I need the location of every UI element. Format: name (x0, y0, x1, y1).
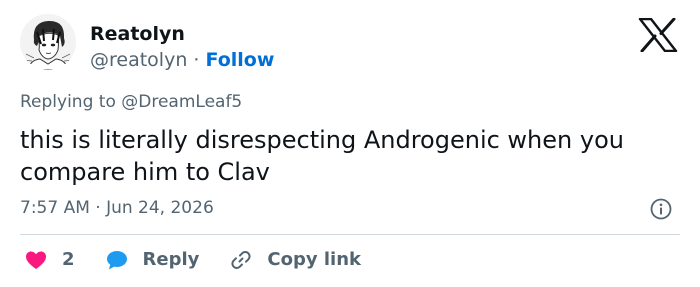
x-logo-icon[interactable] (638, 18, 678, 52)
timestamp[interactable]: 7:57 AM · Jun 24, 2026 (20, 198, 214, 218)
handle[interactable]: @reatolyn (90, 49, 187, 71)
copy-link-label: Copy link (267, 249, 361, 270)
reply-button[interactable]: Reply (105, 248, 200, 272)
replying-to-handle[interactable]: @DreamLeaf5 (121, 92, 242, 112)
handle-row: @reatolyn · Follow (90, 48, 274, 72)
link-icon (231, 251, 251, 269)
avatar-illustration (20, 14, 76, 70)
reply-label: Reply (142, 249, 200, 270)
info-icon[interactable] (650, 198, 672, 220)
tweet-card: Reatolyn @reatolyn · Follow Replying to … (0, 0, 700, 287)
separator-dot: · (193, 49, 200, 71)
follow-button[interactable]: Follow (206, 49, 275, 71)
author-block: Reatolyn @reatolyn · Follow (90, 22, 274, 72)
like-count: 2 (62, 249, 75, 270)
replying-prefix: Replying to (20, 92, 116, 112)
speech-bubble-icon (106, 251, 127, 270)
like-button[interactable]: 2 (24, 248, 75, 272)
heart-icon (26, 251, 46, 269)
action-bar: 2 Reply Copy link (24, 246, 391, 274)
replying-to: Replying to @DreamLeaf5 (20, 92, 242, 112)
divider (20, 234, 680, 235)
avatar[interactable] (20, 14, 76, 70)
copy-link-button[interactable]: Copy link (229, 248, 361, 272)
tweet-text: this is literally disrespecting Androgen… (20, 126, 624, 186)
display-name[interactable]: Reatolyn (90, 22, 274, 46)
